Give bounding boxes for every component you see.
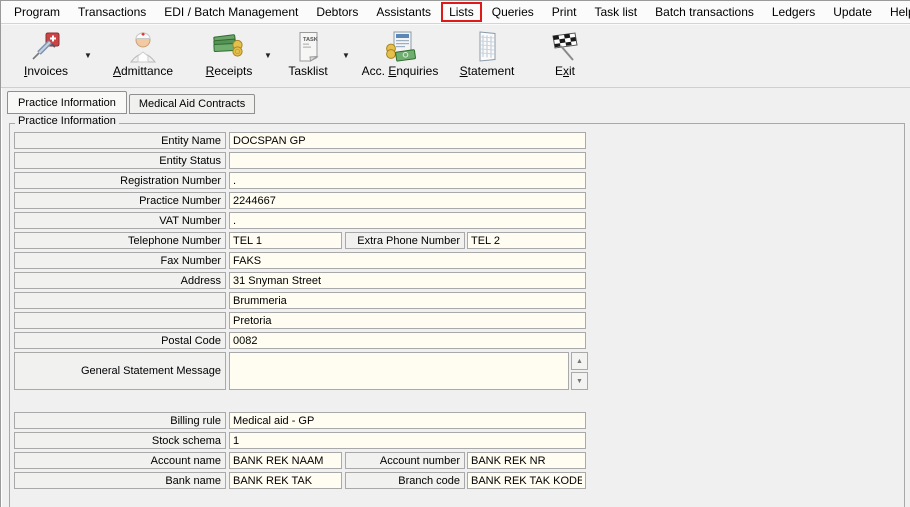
fax-number-field[interactable]: [229, 252, 586, 269]
billing-rule-label: Billing rule: [14, 412, 226, 429]
statement-message-scroll-up-button[interactable]: ▲: [571, 352, 588, 370]
practice-number-label: Practice Number: [14, 192, 226, 209]
toolbar-label-admittance: Admittance: [113, 64, 173, 78]
entity-name-field[interactable]: [229, 132, 586, 149]
entity-status-label: Entity Status: [14, 152, 226, 169]
menu-ledgers[interactable]: Ledgers: [763, 2, 824, 22]
menu-program[interactable]: Program: [5, 2, 69, 22]
entity-status-field[interactable]: [229, 152, 586, 169]
toolbar-button-admittance[interactable]: Admittance: [103, 27, 183, 78]
application-window: Program Transactions EDI / Batch Managem…: [0, 0, 910, 507]
banknotes-coins-icon: [212, 28, 246, 63]
toolbar-button-receipts[interactable]: Receipts: [197, 27, 261, 78]
telephone-number-field[interactable]: [229, 232, 342, 249]
tasklist-dropdown-arrow[interactable]: ▼: [339, 51, 353, 60]
menu-lists[interactable]: Lists: [441, 2, 482, 22]
toolbar-button-tasklist[interactable]: TASK Tasklist: [277, 27, 339, 78]
bank-name-field[interactable]: [229, 472, 342, 489]
nurse-icon: [126, 28, 160, 63]
extra-phone-number-field[interactable]: [467, 232, 586, 249]
syringe-blood-bag-icon: [29, 28, 63, 63]
statement-message-scroll-down-button[interactable]: ▼: [571, 372, 588, 390]
menu-update[interactable]: Update: [824, 2, 881, 22]
svg-text:TASK: TASK: [303, 37, 318, 43]
postal-code-field[interactable]: [229, 332, 586, 349]
general-statement-message-label: General Statement Message: [14, 352, 226, 390]
toolbar-label-invoices: Invoices: [24, 64, 68, 78]
account-name-label: Account name: [14, 452, 226, 469]
address-line3-label: [14, 312, 226, 329]
vat-number-field[interactable]: [229, 212, 586, 229]
checkered-flag-icon: [548, 28, 582, 63]
branch-code-field[interactable]: [467, 472, 586, 489]
vat-number-label: VAT Number: [14, 212, 226, 229]
entity-name-label: Entity Name: [14, 132, 226, 149]
tab-medical-aid-contracts[interactable]: Medical Aid Contracts: [129, 94, 255, 114]
postal-code-label: Postal Code: [14, 332, 226, 349]
account-number-label: Account number: [345, 452, 465, 469]
menu-debtors[interactable]: Debtors: [307, 2, 367, 22]
menu-transactions[interactable]: Transactions: [69, 2, 155, 22]
practice-number-field[interactable]: [229, 192, 586, 209]
invoices-dropdown-arrow[interactable]: ▼: [81, 51, 95, 60]
address-line2-label: [14, 292, 226, 309]
registration-number-field[interactable]: [229, 172, 586, 189]
telephone-number-label: Telephone Number: [14, 232, 226, 249]
toolbar-button-invoices[interactable]: Invoices: [11, 27, 81, 78]
branch-code-label: Branch code: [345, 472, 465, 489]
address-line2-field[interactable]: [229, 292, 586, 309]
address-line1-field[interactable]: [229, 272, 586, 289]
extra-phone-number-label: Extra Phone Number: [345, 232, 465, 249]
general-statement-message-textarea[interactable]: [229, 352, 569, 390]
groupbox-title: Practice Information: [15, 115, 119, 127]
menu-task-list[interactable]: Task list: [585, 2, 646, 22]
menu-queries[interactable]: Queries: [483, 2, 543, 22]
toolbar-label-statement: Statement: [460, 64, 515, 78]
address-line3-field[interactable]: [229, 312, 586, 329]
toolbar-label-receipts: Receipts: [206, 64, 253, 78]
account-number-field[interactable]: [467, 452, 586, 469]
menu-edi-batch-management[interactable]: EDI / Batch Management: [155, 2, 307, 22]
address-label: Address: [14, 272, 226, 289]
task-note-icon: TASK: [291, 28, 325, 63]
menu-assistants[interactable]: Assistants: [367, 2, 440, 22]
bank-name-label: Bank name: [14, 472, 226, 489]
toolbar-button-statement[interactable]: Statement: [451, 27, 523, 78]
statement-document-icon: [470, 28, 504, 63]
toolbar-label-exit: Exit: [555, 64, 575, 78]
tab-practice-information[interactable]: Practice Information: [7, 91, 127, 114]
receipts-dropdown-arrow[interactable]: ▼: [261, 51, 275, 60]
toolbar-button-exit[interactable]: Exit: [533, 27, 597, 78]
account-enquiry-icon: [383, 28, 417, 63]
fax-number-label: Fax Number: [14, 252, 226, 269]
registration-number-label: Registration Number: [14, 172, 226, 189]
account-name-field[interactable]: [229, 452, 342, 469]
tab-bar: Practice Information Medical Aid Contrac…: [7, 90, 257, 114]
billing-rule-field[interactable]: [229, 412, 586, 429]
toolbar-label-acc-enquiries: Acc. Enquiries: [362, 64, 439, 78]
menu-bar: Program Transactions EDI / Batch Managem…: [1, 1, 910, 24]
menu-help[interactable]: Help: [881, 2, 910, 22]
menu-batch-transactions[interactable]: Batch transactions: [646, 2, 763, 22]
toolbar-button-acc-enquiries[interactable]: Acc. Enquiries: [355, 27, 445, 78]
toolbar: Invoices ▼ Admittance: [1, 24, 910, 88]
toolbar-label-tasklist: Tasklist: [288, 64, 327, 78]
stock-schema-field[interactable]: [229, 432, 586, 449]
menu-print[interactable]: Print: [543, 2, 586, 22]
stock-schema-label: Stock schema: [14, 432, 226, 449]
